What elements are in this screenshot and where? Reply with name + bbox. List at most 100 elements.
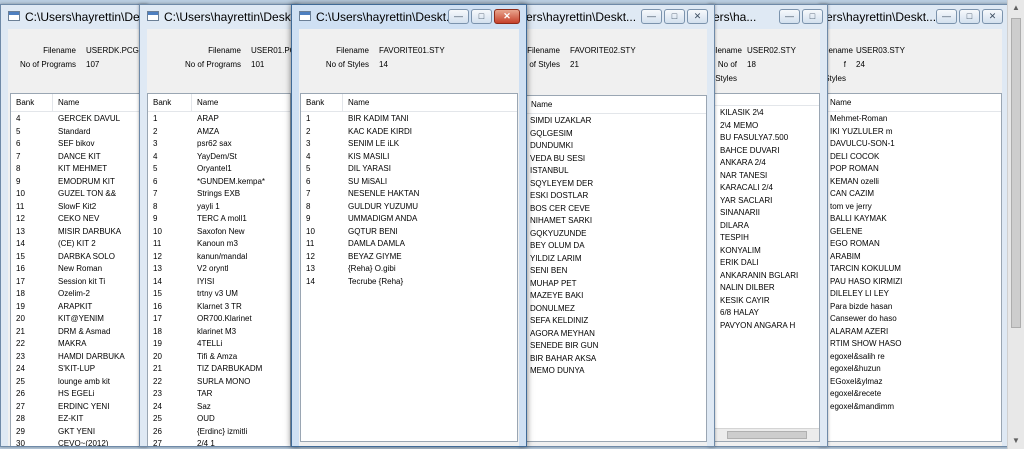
- list-item[interactable]: 4 YayDem/St: [148, 151, 290, 163]
- minimize-button[interactable]: —: [448, 9, 469, 24]
- list-item[interactable]: 13 {Reha} O.gibi: [301, 263, 517, 275]
- list-item[interactable]: Mehmet-Roman: [825, 113, 1001, 125]
- column-header-name[interactable]: Name: [343, 94, 517, 111]
- column-header-name[interactable]: Name: [825, 94, 1001, 111]
- list-item[interactable]: NALIN DILBER: [715, 282, 819, 294]
- list-item[interactable]: 7 DANCE KIT: [11, 151, 139, 163]
- list-item[interactable]: YILDIZ LARIM: [525, 253, 706, 265]
- list-item[interactable]: DONULMEZ: [525, 303, 706, 315]
- list-item[interactable]: 30 CEVO~(2012): [11, 438, 139, 446]
- style-list[interactable]: Name SIMDI UZAKLAR GQLGESIM DUNDUMKI VEDA B…: [522, 95, 707, 442]
- list-item[interactable]: tom ve jerry: [825, 201, 1001, 213]
- list-item[interactable]: KESIK CAYIR: [715, 295, 819, 307]
- up-arrow-icon[interactable]: ▲: [1008, 0, 1024, 16]
- list-item[interactable]: 14 IYISI: [148, 276, 290, 288]
- list-item[interactable]: 23 HAMDI DARBUKA: [11, 351, 139, 363]
- title-bar[interactable]: C:\Users\hayrettin\Deskt...: [140, 5, 298, 29]
- list-item[interactable]: BU FASULYA7.500: [715, 132, 819, 144]
- minimize-button[interactable]: —: [779, 9, 800, 24]
- list-item[interactable]: 5 Oryantel1: [148, 163, 290, 175]
- window-user03[interactable]: ers\hayrettin\Deskt... — □ ✕ Filename USE…: [819, 4, 1010, 447]
- down-arrow-icon[interactable]: ▼: [1008, 433, 1024, 449]
- list-item[interactable]: ISTANBUL: [525, 165, 706, 177]
- list-item[interactable]: BOS CER CEVE: [525, 203, 706, 215]
- list-item[interactable]: 13 MISIR DARBUKA: [11, 226, 139, 238]
- list-item[interactable]: 10 GUZEL TON &&: [11, 188, 139, 200]
- list-item[interactable]: 16 Klarnet 3 TR: [148, 301, 290, 313]
- style-list[interactable]: Name Mehmet-Roman IKI YUZLULER m DAVULCU-S…: [824, 93, 1002, 442]
- list-item[interactable]: 25 OUD: [148, 413, 290, 425]
- list-item[interactable]: SENEDE BIR GUN: [525, 340, 706, 352]
- window-user02[interactable]: ers\ha... — □ Filename USER02.STY No of S…: [708, 4, 828, 447]
- list-item[interactable]: 27 ERDINC YENI: [11, 401, 139, 413]
- minimize-button[interactable]: —: [936, 9, 957, 24]
- list-item[interactable]: egoxel&huzun: [825, 363, 1001, 375]
- list-item[interactable]: 22 SURLA MONO: [148, 376, 290, 388]
- list-item[interactable]: 1 BIR KADIM TANI: [301, 113, 517, 125]
- list-item[interactable]: TARCIN KOKULUM: [825, 263, 1001, 275]
- list-item[interactable]: POP ROMAN: [825, 163, 1001, 175]
- list-item[interactable]: 20 Tifi & Amza: [148, 351, 290, 363]
- list-item[interactable]: BALLI KAYMAK: [825, 213, 1001, 225]
- list-item[interactable]: ARABIM: [825, 251, 1001, 263]
- list-item[interactable]: egoxel&recete: [825, 388, 1001, 400]
- list-item[interactable]: CAN CAZIM: [825, 188, 1001, 200]
- list-item[interactable]: 7 Strings EXB: [148, 188, 290, 200]
- column-header-bank[interactable]: Bank: [148, 94, 192, 111]
- list-item[interactable]: KEMAN ozelli: [825, 176, 1001, 188]
- list-item[interactable]: 4 GERCEK DAVUL: [11, 113, 139, 125]
- list-item[interactable]: 18 klarinet M3: [148, 326, 290, 338]
- list-item[interactable]: 11 DAMLA DAMLA: [301, 238, 517, 250]
- list-item[interactable]: 3 psr62 sax: [148, 138, 290, 150]
- list-item[interactable]: ANKARA 2/4: [715, 157, 819, 169]
- list-item[interactable]: 9 TERC A moll1: [148, 213, 290, 225]
- list-item[interactable]: 6 SU MiSALI: [301, 176, 517, 188]
- column-header-name[interactable]: Name: [53, 94, 139, 111]
- list-item[interactable]: 9 EMODRUM KIT: [11, 176, 139, 188]
- list-item[interactable]: 15 trtny v3 UM: [148, 288, 290, 300]
- list-item[interactable]: 28 EZ-KIT: [11, 413, 139, 425]
- list-item[interactable]: 21 DRM & Asmad: [11, 326, 139, 338]
- list-item[interactable]: 12 BEYAZ GIYME: [301, 251, 517, 263]
- list-item[interactable]: MUHAP PET: [525, 278, 706, 290]
- list-item[interactable]: 29 GKT YENI: [11, 426, 139, 438]
- list-item[interactable]: 19 ARAPKIT: [11, 301, 139, 313]
- list-item[interactable]: KILASIK 2\4: [715, 107, 819, 119]
- close-button[interactable]: ✕: [687, 9, 708, 24]
- list-item[interactable]: DUNDUMKI: [525, 140, 706, 152]
- style-list[interactable]: KILASIK 2\4 2\4 MEMO BU FASULYA7.500 BAHCE …: [714, 93, 820, 442]
- list-item[interactable]: 24 Saz: [148, 401, 290, 413]
- list-item[interactable]: NIHAMET SARKI: [525, 215, 706, 227]
- list-item[interactable]: 15 DARBKA SOLO: [11, 251, 139, 263]
- list-item[interactable]: 5 Standard: [11, 126, 139, 138]
- list-item[interactable]: ERIK DALI: [715, 257, 819, 269]
- list-item[interactable]: 21 TIZ DARBUKADM: [148, 363, 290, 375]
- list-item[interactable]: egoxel&mandimm: [825, 401, 1001, 413]
- scrollbar-thumb[interactable]: [727, 431, 807, 439]
- minimize-button[interactable]: —: [641, 9, 662, 24]
- title-bar[interactable]: C:\Users\hayrettin\Deskt...: [1, 5, 147, 29]
- list-item[interactable]: 2 AMZA: [148, 126, 290, 138]
- list-item[interactable]: 10 GQTUR BENI: [301, 226, 517, 238]
- list-item[interactable]: RTIM SHOW HASO: [825, 338, 1001, 350]
- list-item[interactable]: 25 lounge amb kit: [11, 376, 139, 388]
- list-item[interactable]: VEDA BU SESI: [525, 153, 706, 165]
- list-item[interactable]: MAZEYE BAKI: [525, 290, 706, 302]
- list-item[interactable]: 18 Ozelim-2: [11, 288, 139, 300]
- column-header-name[interactable]: Name: [523, 96, 706, 113]
- list-item[interactable]: DILELEY LI LEY: [825, 288, 1001, 300]
- list-item[interactable]: BEY OLUM DA: [525, 240, 706, 252]
- list-item[interactable]: 19 4TELLi: [148, 338, 290, 350]
- maximize-button[interactable]: □: [959, 9, 980, 24]
- list-item[interactable]: 9 UMMADIGM ANDA: [301, 213, 517, 225]
- list-item[interactable]: PAVYON ANGARA H: [715, 320, 819, 332]
- list-item[interactable]: 6/8 HALAY: [715, 307, 819, 319]
- list-item[interactable]: SEFA KELDINIZ: [525, 315, 706, 327]
- list-item[interactable]: DAVULCU-SON-1: [825, 138, 1001, 150]
- list-item[interactable]: SINANARII: [715, 207, 819, 219]
- list-item[interactable]: GQKYUZUNDE: [525, 228, 706, 240]
- list-item[interactable]: YAR SACLARI: [715, 195, 819, 207]
- window-userdk[interactable]: C:\Users\hayrettin\Deskt... Filename USER…: [0, 4, 148, 447]
- program-list[interactable]: Bank Name 4 GERCEK DAVUL 5 Standard 6 SEF bik…: [10, 93, 140, 446]
- column-header-bank[interactable]: Bank: [301, 94, 343, 111]
